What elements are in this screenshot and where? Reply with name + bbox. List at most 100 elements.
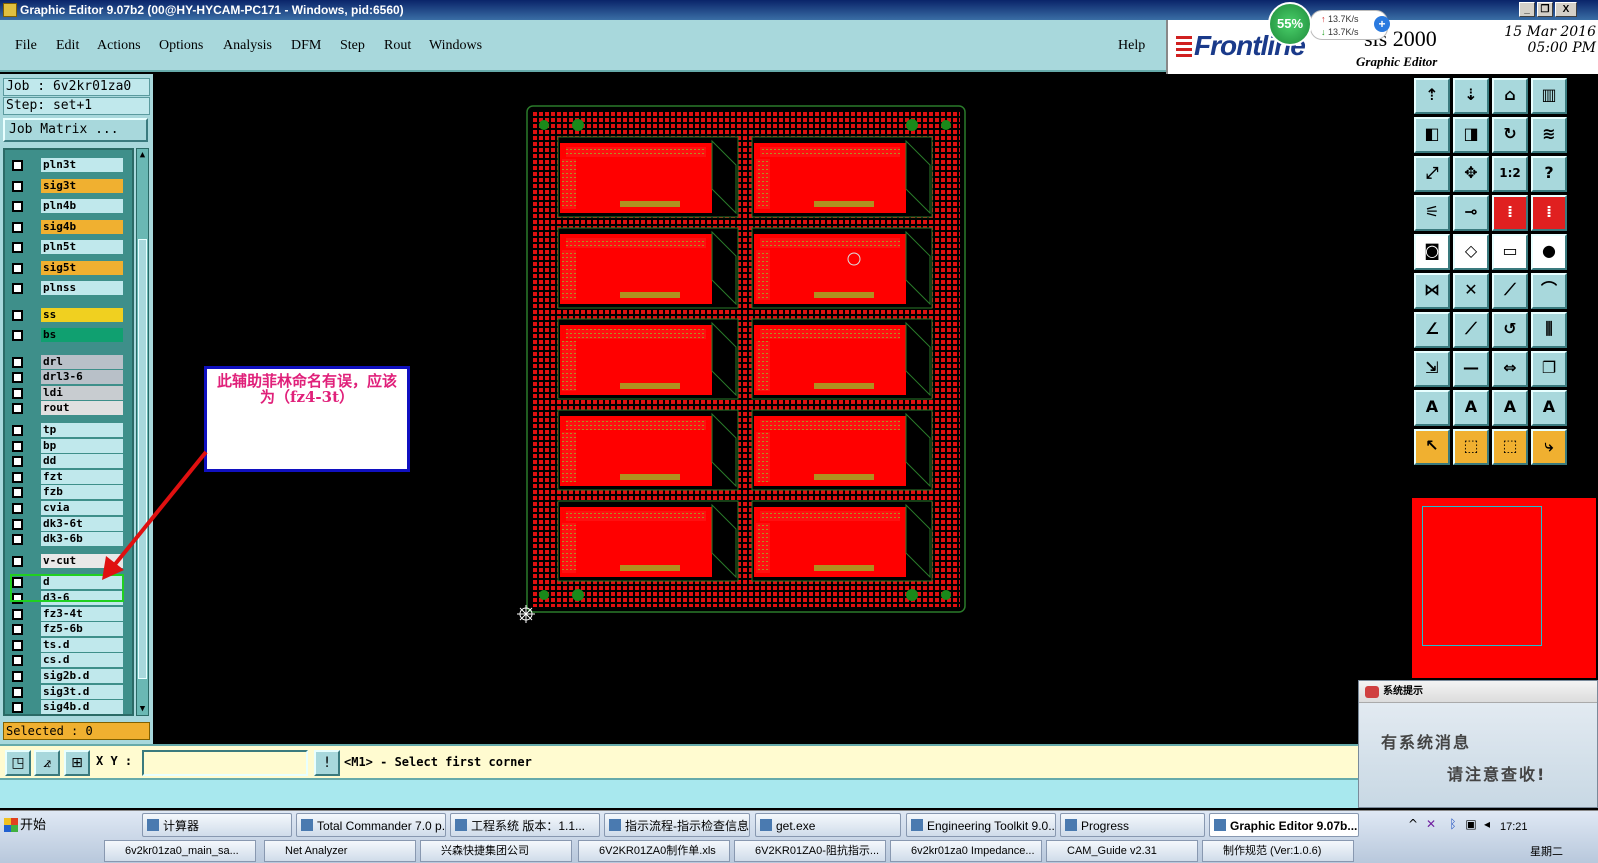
select-box-icon[interactable]: ⬚	[1453, 429, 1489, 465]
overview-view-frame[interactable]	[1422, 506, 1542, 646]
open-step-icon[interactable]: ⇡	[1414, 78, 1450, 114]
layer-checkbox[interactable]	[12, 180, 23, 192]
rotate-icon[interactable]: ↺	[1492, 312, 1528, 348]
layer-red2-icon[interactable]: ⁞	[1531, 195, 1567, 231]
layer-name[interactable]: sig3t.d	[41, 684, 123, 699]
layer-name[interactable]: pln3t	[41, 158, 123, 172]
layer-row-rout[interactable]: rout	[7, 401, 127, 416]
layer-checkbox[interactable]	[12, 518, 23, 530]
layer-name[interactable]: ss	[41, 307, 123, 322]
taskbar-item-row2[interactable]: 6v2kr01za0_main_sa...	[104, 840, 256, 862]
line-add-icon[interactable]: ⟋	[1492, 273, 1528, 309]
layer-name[interactable]: sig5t	[41, 260, 123, 275]
layer-row-sig4b.d[interactable]: sig4b.d	[7, 700, 127, 714]
layer-checkbox[interactable]	[12, 283, 23, 294]
arc-add-icon[interactable]: ⌒	[1531, 273, 1567, 309]
menu-step[interactable]: Step	[340, 38, 365, 54]
layer-row-ts.d[interactable]: ts.d	[7, 637, 127, 652]
taskbar-item-row2[interactable]: CAM_Guide v2.31	[1046, 840, 1198, 862]
layer-checkbox[interactable]	[12, 221, 23, 233]
taskbar-item[interactable]: get.exe	[755, 813, 901, 837]
close-button[interactable]: X	[1555, 2, 1577, 17]
move-icon[interactable]: ⇲	[1414, 351, 1450, 387]
layer-name[interactable]: pln5t	[41, 240, 123, 254]
plus-icon[interactable]: +	[1374, 16, 1390, 32]
layer-checkbox[interactable]	[12, 624, 23, 636]
pan-right-icon[interactable]: ◨	[1453, 117, 1489, 153]
layer-name[interactable]: sig2b.d	[41, 668, 123, 683]
layer-checkbox[interactable]	[12, 487, 23, 499]
scroll-down-icon[interactable]: ▼	[137, 703, 148, 715]
layer-name[interactable]: sig4b	[41, 219, 123, 234]
measure-icon[interactable]: ⦨	[34, 750, 60, 776]
overview-window[interactable]	[1410, 496, 1598, 678]
layer-name[interactable]: fz5-6b	[41, 622, 123, 637]
taskbar-item[interactable]: Progress	[1060, 813, 1205, 837]
bluetooth-icon[interactable]: ᛒ	[1446, 817, 1460, 831]
grid-icon[interactable]: ⊞	[64, 750, 90, 776]
layer-checkbox[interactable]	[12, 639, 23, 651]
select-net-icon[interactable]: ⤷	[1531, 429, 1567, 465]
layer-name[interactable]: plnss	[41, 281, 123, 295]
text-edit-icon[interactable]: A	[1453, 390, 1489, 426]
taskbar-item-row2[interactable]: 6V2KR01ZA0制作单.xls	[578, 840, 730, 862]
menu-help[interactable]: Help	[1118, 38, 1145, 54]
system-message-popup[interactable]: 系统提示 有系统消息 请注意查收!	[1358, 680, 1598, 808]
scroll-up-icon[interactable]: ▲	[137, 149, 148, 161]
taskbar-item-row2[interactable]: 制作规范 (Ver:1.0.6)	[1202, 840, 1354, 862]
layer-checkbox[interactable]	[12, 534, 23, 546]
copy-icon[interactable]: ❐	[1531, 351, 1567, 387]
save-icon[interactable]: ⇣	[1453, 78, 1489, 114]
tray-expand-icon[interactable]: ^	[1406, 817, 1420, 831]
layer-row-ss[interactable]: ss	[7, 307, 127, 322]
layer-checkbox[interactable]	[12, 424, 23, 436]
taskbar-item-row2[interactable]: 6v2kr01za0 Impedance...	[890, 840, 1042, 862]
layer-checkbox[interactable]	[12, 309, 23, 321]
menu-windows[interactable]: Windows	[429, 38, 482, 54]
layer-row-drl[interactable]: drl	[7, 354, 127, 369]
layer-row-tp[interactable]: tp	[7, 422, 127, 437]
angle-line-icon[interactable]: ∠	[1414, 312, 1450, 348]
taskbar-item-row2[interactable]: 兴森快捷集团公司	[420, 840, 572, 862]
layer-name[interactable]: sig3t	[41, 178, 123, 193]
menu-rout[interactable]: Rout	[384, 38, 411, 54]
pad-add-icon[interactable]: ◙	[1414, 234, 1450, 270]
volume-icon[interactable]: ◂	[1480, 817, 1494, 831]
layer-checkbox[interactable]	[12, 201, 23, 212]
layer-checkbox[interactable]	[12, 330, 23, 341]
layer-checkbox[interactable]	[12, 702, 23, 714]
layer-row-pln3t[interactable]: pln3t	[7, 158, 127, 172]
text-move-icon[interactable]: A	[1531, 390, 1567, 426]
redraw-icon[interactable]: ↻	[1492, 117, 1528, 153]
circle-pad-icon[interactable]: ●	[1531, 234, 1567, 270]
layer-row-bs[interactable]: bs	[7, 328, 127, 342]
pan-left-icon[interactable]: ◧	[1414, 117, 1450, 153]
layer-checkbox[interactable]	[12, 242, 23, 253]
layer-checkbox[interactable]	[12, 655, 23, 667]
menu-analysis[interactable]: Analysis	[223, 38, 272, 54]
menu-actions[interactable]: Actions	[97, 38, 141, 54]
horizontal-line-icon[interactable]: —	[1453, 351, 1489, 387]
layer-name[interactable]: ldi	[41, 385, 123, 400]
select-next-icon[interactable]: ⬚	[1492, 429, 1528, 465]
connect-icon[interactable]: ⋈	[1414, 273, 1450, 309]
xy-input[interactable]	[142, 750, 308, 776]
layer-row-ldi[interactable]: ldi	[7, 385, 127, 400]
layer-name[interactable]: pln4b	[41, 199, 123, 213]
layer-name[interactable]: bs	[41, 328, 123, 342]
query-icon[interactable]: ?	[1531, 156, 1567, 192]
taskbar-item[interactable]: 计算器	[142, 813, 292, 837]
clock-time[interactable]: 17:21	[1500, 821, 1528, 833]
layer-row-plnss[interactable]: plnss	[7, 281, 127, 295]
layer-row-sig3t[interactable]: sig3t	[7, 178, 127, 193]
layer-name[interactable]: tp	[41, 422, 123, 437]
layer-name[interactable]: ts.d	[41, 637, 123, 652]
layer-row-pln5t[interactable]: pln5t	[7, 240, 127, 254]
taskbar-item[interactable]: Engineering Toolkit 9.0...	[906, 813, 1056, 837]
layer-checkbox[interactable]	[12, 403, 23, 415]
select-icon[interactable]: ↖	[1414, 429, 1450, 465]
taskbar-item[interactable]: 工程系统 版本：1.1...	[450, 813, 600, 837]
layer-checkbox[interactable]	[12, 456, 23, 468]
layer-checkbox[interactable]	[12, 555, 23, 567]
text-up-icon[interactable]: A	[1492, 390, 1528, 426]
